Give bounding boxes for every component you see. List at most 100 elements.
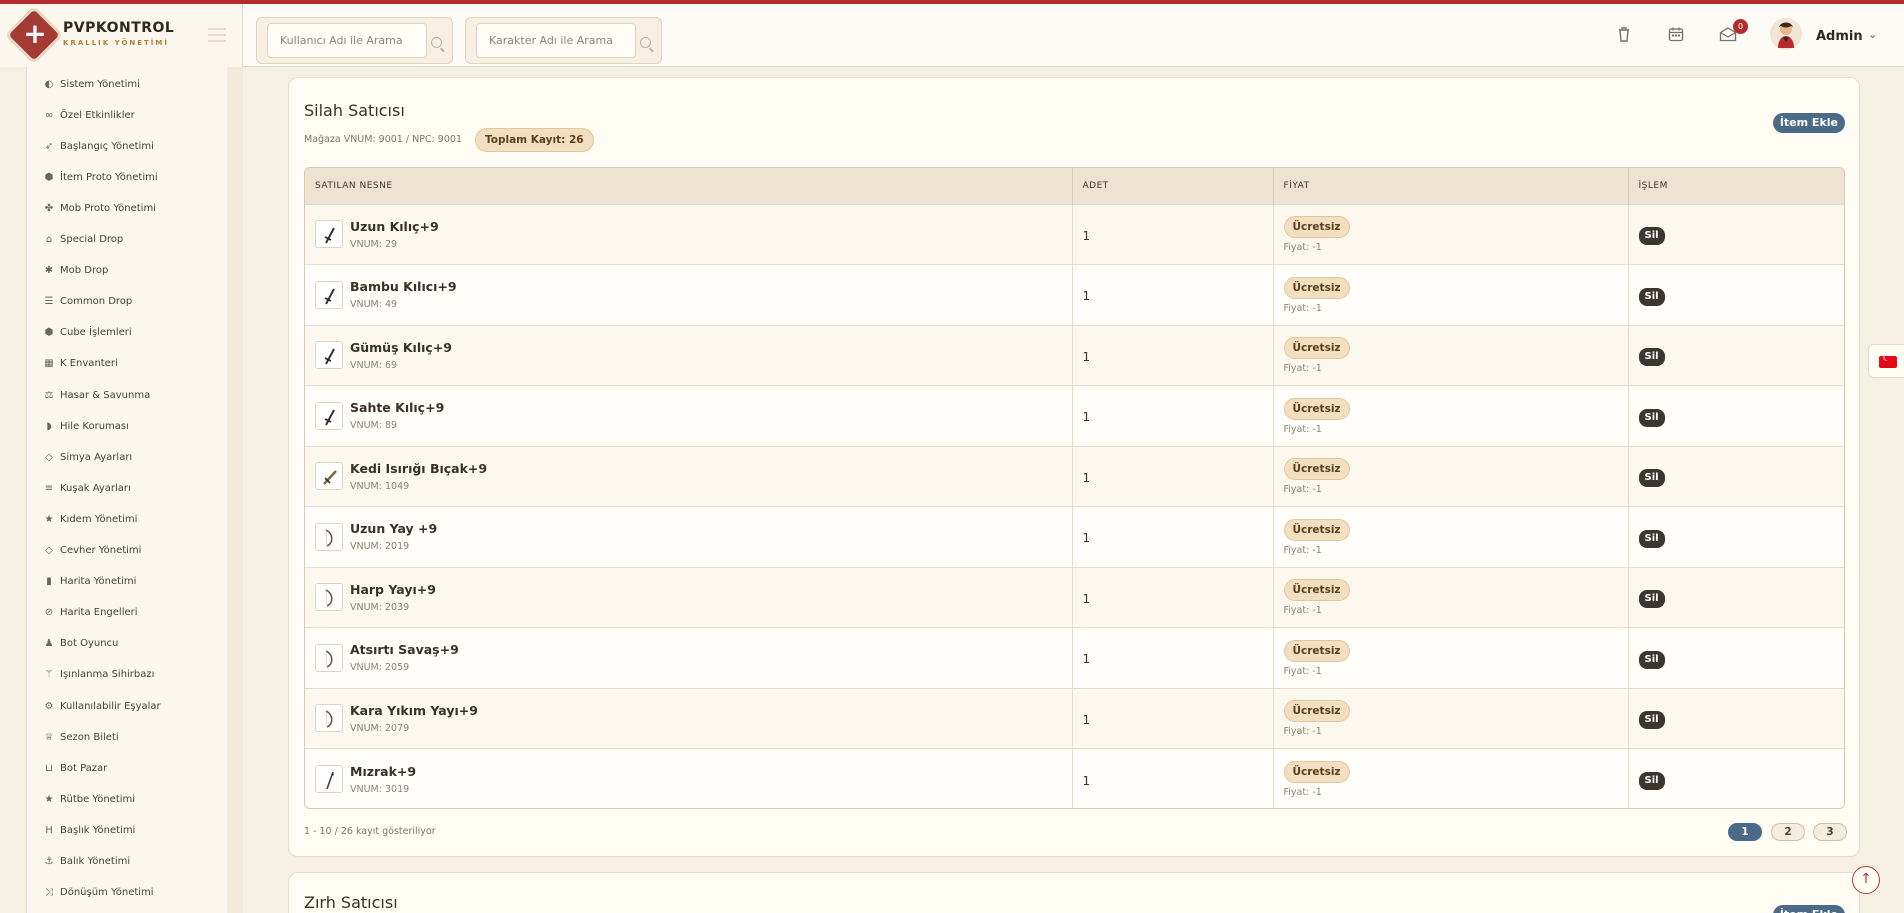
sidebar-item[interactable]: ▮ Harita Yönetimi bbox=[43, 572, 136, 592]
sidebar-item[interactable]: ◇ Simya Ayarları bbox=[43, 447, 132, 467]
sidebar-item-label: Rütbe Yönetimi bbox=[60, 793, 136, 805]
ban-icon: ⊘ bbox=[44, 607, 54, 619]
sidebar-item[interactable]: ➶ Başlangıç Yönetimi bbox=[43, 136, 154, 156]
sidebar-item[interactable]: ◐ Sistem Yönetimi bbox=[43, 74, 140, 94]
table-row: Mızrak+9 VNUM: 3019 1 Ücretsiz Fiyat: -1 Sil bbox=[305, 748, 1844, 808]
sidebar-item[interactable]: ✤ Mob Proto Yönetimi bbox=[43, 198, 156, 218]
language-selector[interactable] bbox=[1868, 344, 1904, 378]
sidebar-scrollbar[interactable] bbox=[227, 67, 243, 913]
sidebar-item-label: Dönüşüm Yönetimi bbox=[60, 887, 154, 899]
action-cell: Sil bbox=[1628, 445, 1844, 507]
action-cell: Sil bbox=[1628, 506, 1844, 567]
item-cell: Uzun Kılıç+9 VNUM: 29 bbox=[305, 203, 1073, 265]
item-vnum: VNUM: 69 bbox=[350, 359, 398, 371]
menu-toggle-icon[interactable] bbox=[208, 28, 226, 42]
delete-button[interactable]: Sil bbox=[1638, 469, 1665, 488]
sidebar-item[interactable]: ▦ K Envanteri bbox=[43, 354, 118, 374]
column-header-price: FİYAT bbox=[1273, 168, 1629, 204]
price-badge: Ücretsiz bbox=[1283, 518, 1350, 541]
search-icon[interactable] bbox=[640, 37, 651, 48]
sidebar-item[interactable]: ⤨ Dönüşüm Yönetimi bbox=[43, 883, 154, 903]
item-cell: Sahte Kılıç+9 VNUM: 89 bbox=[305, 385, 1073, 446]
action-cell: Sil bbox=[1628, 203, 1844, 265]
delete-button[interactable]: Sil bbox=[1638, 227, 1665, 246]
cart-icon: ⊔ bbox=[45, 762, 53, 774]
shop-meta: Mağaza VNUM: 9001 / NPC: 9001 bbox=[304, 134, 462, 145]
price-value: Fiyat: -1 bbox=[1283, 605, 1322, 617]
sidebar-item[interactable]: ⚓ Balık Yönetimi bbox=[43, 852, 131, 872]
page-button-3[interactable]: 3 bbox=[1813, 823, 1847, 841]
sidebar-item-label: K Envanteri bbox=[60, 358, 118, 370]
item-quantity: 1 bbox=[1082, 591, 1091, 606]
delete-button[interactable]: Sil bbox=[1638, 287, 1665, 306]
sidebar-item[interactable]: ⚙ Kullanılabilir Eşyalar bbox=[43, 696, 161, 716]
top-header: + PVPKONTROL KRALLIK YÖNETİMİ 0 Admin ⌄ bbox=[0, 4, 1904, 67]
price-cell: Ücretsiz Fiyat: -1 bbox=[1273, 627, 1629, 688]
delete-button[interactable]: Sil bbox=[1638, 348, 1665, 367]
sidebar-item[interactable]: ⌂ Special Drop bbox=[43, 230, 123, 250]
quantity-cell: 1 bbox=[1072, 566, 1274, 628]
user-name[interactable]: Admin bbox=[1816, 29, 1863, 44]
sidebar-item[interactable]: ◇ Cevher Yönetimi bbox=[43, 541, 141, 561]
table-row: Bambu Kılıcı+9 VNUM: 49 1 Ücretsiz Fiyat: -1… bbox=[305, 264, 1844, 325]
avatar[interactable] bbox=[1770, 18, 1802, 50]
price-cell: Ücretsiz Fiyat: -1 bbox=[1273, 264, 1629, 325]
price-cell: Ücretsiz Fiyat: -1 bbox=[1273, 445, 1629, 507]
page-button-1[interactable]: 1 bbox=[1728, 823, 1762, 841]
page-button-2[interactable]: 2 bbox=[1771, 823, 1805, 841]
action-cell: Sil bbox=[1628, 627, 1844, 688]
sidebar-item[interactable]: ⊔ Bot Pazar bbox=[43, 758, 107, 778]
sidebar-item[interactable]: ⬢ İtem Proto Yönetimi bbox=[43, 167, 158, 187]
brand[interactable]: + PVPKONTROL KRALLIK YÖNETİMİ bbox=[0, 4, 243, 67]
sidebar-item-label: Common Drop bbox=[60, 296, 133, 308]
trophy-icon: ♕ bbox=[44, 731, 54, 743]
add-item-button[interactable]: İtem Ekle bbox=[1772, 113, 1845, 133]
delete-button[interactable]: Sil bbox=[1638, 772, 1665, 790]
action-cell: Sil bbox=[1628, 324, 1844, 386]
trash-icon[interactable] bbox=[1614, 26, 1634, 46]
sidebar-item-label: Hile Koruması bbox=[60, 420, 129, 432]
sidebar-item[interactable]: ★ Rütbe Yönetimi bbox=[43, 789, 136, 809]
delete-button[interactable]: Sil bbox=[1638, 711, 1665, 730]
user-search-input[interactable] bbox=[267, 23, 427, 58]
shield-icon: ◗ bbox=[46, 420, 52, 432]
item-vnum: VNUM: 2039 bbox=[350, 601, 410, 613]
sword-icon bbox=[315, 341, 343, 370]
sidebar-item[interactable]: ☰ Common Drop bbox=[43, 292, 133, 312]
quantity-cell: 1 bbox=[1072, 264, 1274, 325]
sidebar-item[interactable]: ◗ Hile Koruması bbox=[43, 416, 129, 436]
sidebar-item[interactable]: ⚚ Işınlanma Sihirbazı bbox=[43, 665, 155, 685]
price-cell: Ücretsiz Fiyat: -1 bbox=[1273, 566, 1629, 628]
sidebar-item[interactable]: ★ Kıdem Yönetimi bbox=[43, 509, 138, 529]
delete-button[interactable]: Sil bbox=[1638, 529, 1665, 548]
sidebar-item[interactable]: ♕ Sezon Bileti bbox=[43, 727, 119, 747]
sidebar-item[interactable]: ⬢ Cube İşlemleri bbox=[43, 323, 132, 343]
delete-button[interactable]: Sil bbox=[1638, 408, 1665, 427]
price-value: Fiyat: -1 bbox=[1283, 302, 1322, 314]
sidebar-item[interactable]: ≡ Kuşak Ayarları bbox=[43, 478, 131, 498]
gem-icon: ◇ bbox=[45, 451, 53, 463]
chevron-down-icon[interactable]: ⌄ bbox=[1868, 28, 1877, 41]
armor-shop-card: Zırh Satıcısı İtem Ekle bbox=[288, 872, 1860, 913]
sidebar-item[interactable]: ♟ Bot Oyuncu bbox=[43, 634, 119, 654]
character-search-input[interactable] bbox=[476, 23, 636, 58]
delete-button[interactable]: Sil bbox=[1638, 590, 1665, 609]
delete-button[interactable]: Sil bbox=[1638, 650, 1665, 669]
brand-subtitle: KRALLIK YÖNETİMİ bbox=[63, 39, 169, 47]
search-icon[interactable] bbox=[431, 37, 442, 48]
dagger-icon bbox=[315, 462, 343, 491]
armor-add-item-button[interactable]: İtem Ekle bbox=[1772, 905, 1845, 913]
sidebar-item-label: Işınlanma Sihirbazı bbox=[60, 669, 155, 681]
item-name: Kara Yıkım Yayı+9 bbox=[350, 702, 478, 718]
sidebar-item[interactable]: ∞ Özel Etkinlikler bbox=[43, 105, 135, 125]
price-value: Fiyat: -1 bbox=[1283, 363, 1322, 375]
sidebar-item[interactable]: H Başlık Yönetimi bbox=[43, 820, 135, 840]
column-header-action: İŞLEM bbox=[1638, 180, 1668, 191]
scroll-to-top-icon[interactable]: ↑ bbox=[1852, 866, 1880, 894]
weapon-shop-card: Silah Satıcısı Mağaza VNUM: 9001 / NPC: … bbox=[288, 77, 1860, 857]
sidebar-item[interactable]: ⚖ Hasar & Savunma bbox=[43, 385, 151, 405]
calendar-icon[interactable] bbox=[1666, 26, 1686, 46]
quantity-cell: 1 bbox=[1072, 687, 1274, 749]
sidebar-item[interactable]: ✱ Mob Drop bbox=[43, 261, 109, 281]
sidebar-item[interactable]: ⊘ Harita Engelleri bbox=[43, 603, 138, 623]
